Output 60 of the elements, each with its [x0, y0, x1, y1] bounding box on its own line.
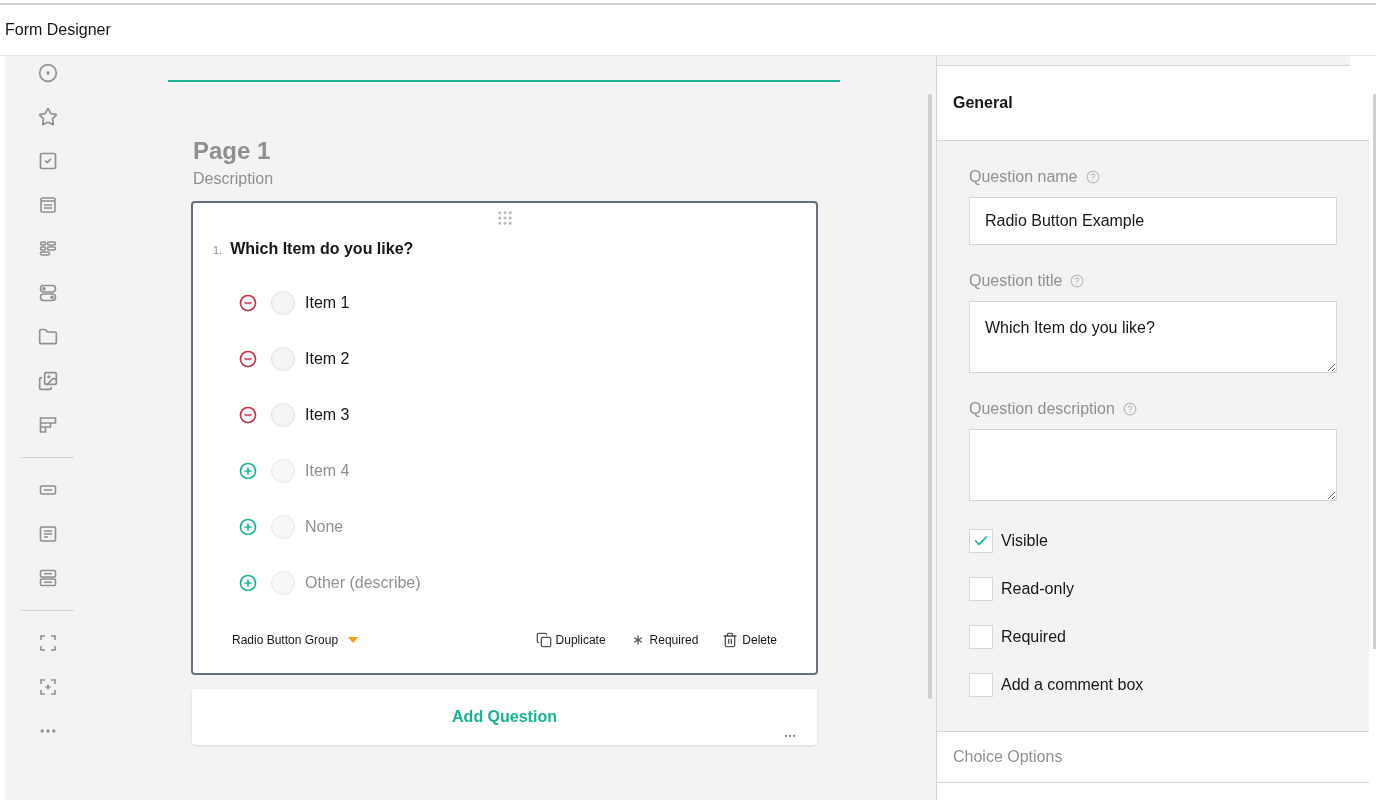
checkbox-label[interactable]: Read-only: [1001, 577, 1074, 601]
page-title: Page 1: [193, 136, 272, 166]
choice-label[interactable]: Item 3: [305, 403, 350, 427]
card-action[interactable]: Delete: [722, 631, 777, 649]
add-icon[interactable]: [239, 518, 257, 536]
card-action[interactable]: Required: [629, 631, 699, 649]
trash-icon: [722, 632, 739, 648]
choice-label[interactable]: Item 2: [305, 347, 350, 371]
circle-dot-icon[interactable]: [37, 63, 58, 83]
add-icon[interactable]: [239, 574, 257, 592]
radio-button[interactable]: [271, 347, 295, 371]
checkbox[interactable]: [969, 673, 993, 697]
checkbox[interactable]: [969, 625, 993, 649]
scrollbar[interactable]: [1373, 94, 1376, 649]
multi-field-icon[interactable]: [37, 568, 58, 588]
page-description: Description: [193, 169, 275, 189]
radio-button[interactable]: [271, 459, 295, 483]
frame-plus-icon[interactable]: [37, 677, 58, 697]
checkbox-label[interactable]: Add a comment box: [1001, 673, 1144, 697]
help-icon[interactable]: [1070, 274, 1085, 288]
window-title: Form Designer: [5, 20, 111, 40]
remove-icon[interactable]: [239, 406, 257, 424]
copy-icon: [535, 632, 552, 648]
choice-label[interactable]: Item 1: [305, 291, 350, 315]
text-area[interactable]: Which Item do you like?: [969, 301, 1337, 373]
question-title: Which Item do you like?: [230, 239, 414, 259]
image-icon[interactable]: [37, 371, 58, 391]
drag-handle-icon[interactable]: [495, 209, 514, 227]
folder-icon[interactable]: [37, 327, 58, 347]
checkbox-label[interactable]: Visible: [1001, 529, 1048, 553]
help-icon[interactable]: [1085, 170, 1100, 184]
text-area[interactable]: [969, 429, 1337, 501]
field-label: Question title: [969, 271, 1063, 291]
field-label: Question name: [969, 167, 1078, 187]
checkbox[interactable]: [969, 529, 993, 553]
radio-button[interactable]: [271, 403, 295, 427]
question-type-dropdown[interactable]: Radio Button Group: [232, 631, 359, 649]
frame-icon[interactable]: [37, 633, 58, 653]
question-number: 1.: [213, 243, 223, 258]
help-icon[interactable]: [1122, 402, 1137, 416]
scrollbar[interactable]: [928, 94, 932, 699]
field-label: Question description: [969, 399, 1115, 419]
add-icon[interactable]: [239, 462, 257, 480]
radio-button[interactable]: [271, 291, 295, 315]
radio-button[interactable]: [271, 571, 295, 595]
remove-icon[interactable]: [239, 294, 257, 312]
caret-icon: [348, 637, 359, 643]
checkbox-icon[interactable]: [37, 151, 58, 171]
toggle-icon[interactable]: [37, 283, 58, 303]
text-area-icon[interactable]: [37, 524, 58, 544]
checkbox-label[interactable]: Required: [1001, 625, 1066, 649]
list-box-icon[interactable]: [37, 195, 58, 215]
rows-icon[interactable]: [37, 239, 58, 259]
checkbox[interactable]: [969, 577, 993, 601]
input-field[interactable]: Radio Button Example: [969, 197, 1337, 245]
radio-button[interactable]: [271, 515, 295, 539]
remove-icon[interactable]: [239, 350, 257, 368]
layout-icon[interactable]: [37, 415, 58, 435]
card-action[interactable]: Duplicate: [535, 631, 606, 649]
star-icon[interactable]: [37, 107, 58, 127]
